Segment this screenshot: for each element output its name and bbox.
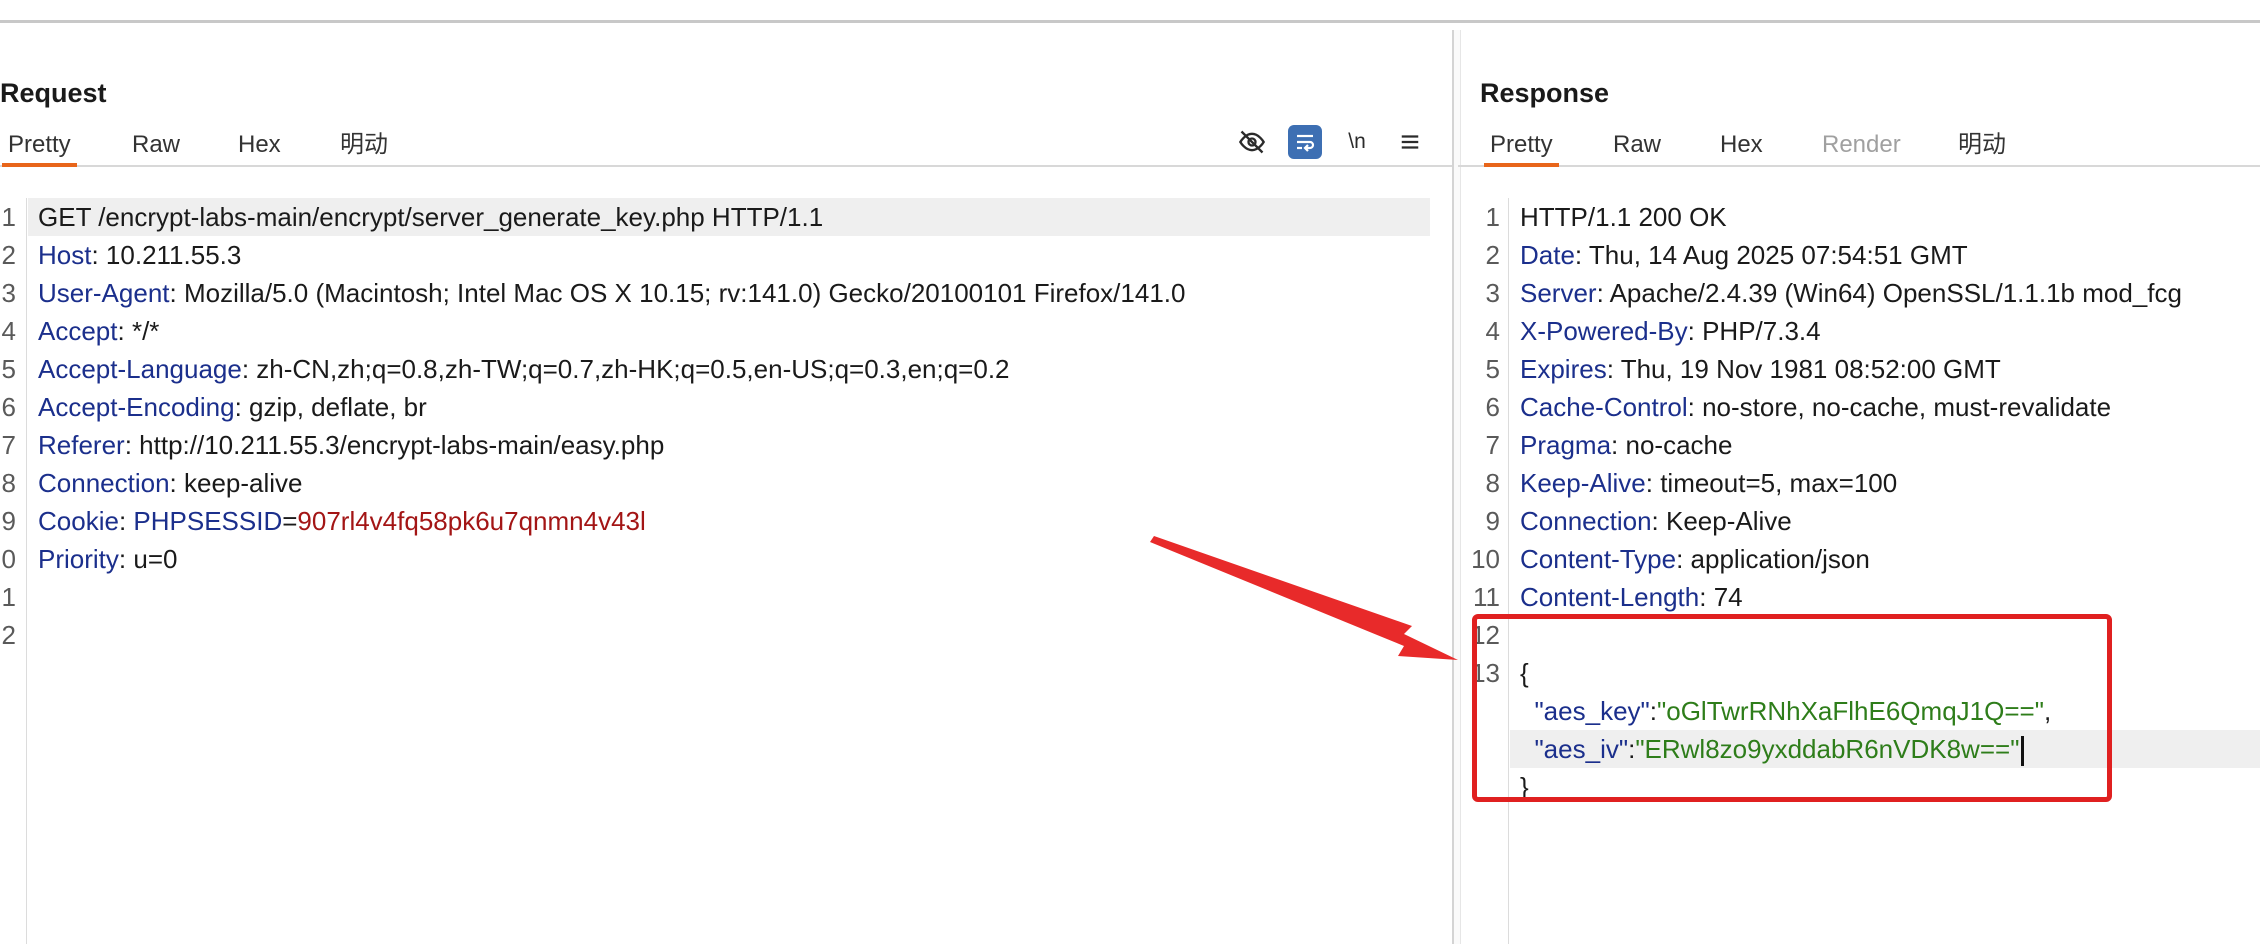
annotation-arrow-icon [1150,536,1458,660]
